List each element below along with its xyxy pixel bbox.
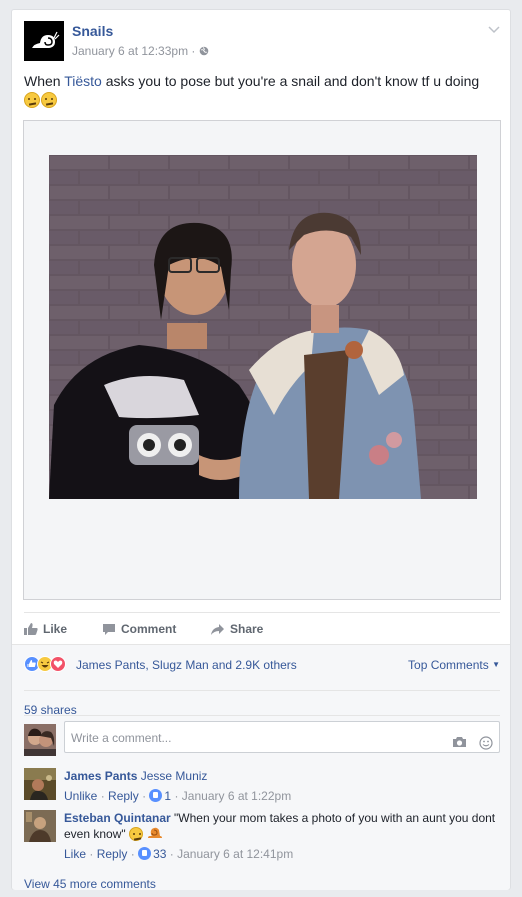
separator: ·: [174, 789, 182, 803]
comment-actions: Unlike · Reply · 1 · January 6 at 1:22pm: [64, 788, 500, 804]
comment-actions: Like · Reply · 33 · January 6 at 12:41pm: [64, 846, 500, 862]
reply-button[interactable]: Reply: [108, 789, 139, 803]
laughing-face-icon: [128, 827, 143, 841]
share-label: Share: [230, 622, 264, 636]
caret-down-icon: ▼: [492, 660, 500, 669]
post-meta: January 6 at 12:33pm ·: [72, 44, 209, 58]
like-comment-button[interactable]: Like: [64, 847, 86, 861]
love-reaction-icon: [50, 656, 66, 672]
avatar[interactable]: [24, 810, 56, 842]
comment-timestamp[interactable]: January 6 at 12:41pm: [177, 847, 293, 861]
thumbs-up-icon: [24, 623, 38, 635]
post-timestamp[interactable]: January 6 at 12:33pm: [72, 44, 188, 58]
comment-bubble-icon: [103, 623, 115, 635]
post-options-chevron-icon[interactable]: [488, 21, 500, 37]
avatar[interactable]: [24, 768, 56, 800]
sort-label: Top Comments: [408, 658, 489, 672]
reaction-names-link[interactable]: James Pants, Slugz Man and 2.9K others: [76, 658, 297, 672]
feedback-section: James Pants, Slugz Man and 2.9K others T…: [12, 644, 510, 891]
view-more-comments-link[interactable]: View 45 more comments: [24, 877, 156, 891]
mention-link-tiesto[interactable]: Tiësto: [64, 73, 102, 89]
post-card: Snails January 6 at 12:33pm · When Tiëst…: [11, 9, 511, 891]
comment-label: Comment: [121, 622, 177, 636]
like-label: Like: [43, 622, 68, 636]
like-count-icon: [138, 847, 152, 860]
post-text: When Tiësto asks you to pose but you're …: [24, 72, 500, 110]
share-button[interactable]: Share: [210, 622, 263, 636]
share-arrow-icon: [211, 623, 224, 635]
comment-placeholder: Write a comment...: [71, 731, 172, 745]
shares-link[interactable]: 59 shares: [24, 690, 500, 717]
page-avatar[interactable]: [24, 21, 64, 61]
comment-input[interactable]: Write a comment...: [64, 721, 500, 753]
confused-face-icon: [24, 92, 40, 108]
like-count-icon: [149, 789, 163, 802]
snail-logo-icon: [24, 21, 64, 61]
comment-body: Esteban Quintanar "When your mom takes a…: [64, 810, 500, 862]
comment-author[interactable]: James Pants: [64, 769, 137, 783]
like-button[interactable]: Like: [24, 622, 67, 636]
page-name-link[interactable]: Snails: [72, 23, 113, 39]
separator: ·: [100, 789, 109, 803]
reaction-icons[interactable]: [24, 656, 66, 672]
meta-separator: ·: [191, 44, 199, 58]
reply-button[interactable]: Reply: [97, 847, 128, 861]
top-comments-sort[interactable]: Top Comments ▼: [408, 658, 500, 672]
comment-author[interactable]: Esteban Quintanar: [64, 811, 171, 825]
reactions-summary: James Pants, Slugz Man and 2.9K others T…: [24, 656, 500, 674]
post-text-part: When: [24, 73, 65, 89]
post-header: Snails January 6 at 12:33pm ·: [24, 21, 500, 61]
post-photo[interactable]: [23, 120, 501, 600]
comment-composer: Write a comment...: [24, 715, 500, 756]
avatar[interactable]: [24, 724, 56, 756]
globe-icon[interactable]: [199, 46, 209, 56]
comment-button[interactable]: Comment: [102, 622, 176, 636]
comment-mention[interactable]: Jesse Muniz: [141, 769, 208, 783]
polaroid-photo: [49, 155, 477, 499]
separator: ·: [130, 847, 139, 861]
unlike-button[interactable]: Unlike: [64, 789, 97, 803]
post-actions-bar: Like Comment Share: [24, 612, 500, 645]
comment-likes[interactable]: 1: [149, 789, 171, 803]
snail-emoji-icon: [148, 827, 163, 838]
confused-face-icon: [41, 92, 57, 108]
comment-body: James Pants Jesse Muniz Unlike · Reply ·…: [64, 768, 500, 804]
post-text-part: asks you to pose but you're a snail and …: [101, 73, 480, 89]
comment-timestamp[interactable]: January 6 at 1:22pm: [182, 789, 291, 803]
composer-icons: [452, 736, 493, 750]
separator: ·: [89, 847, 97, 861]
camera-icon[interactable]: [452, 736, 467, 748]
like-count: 1: [164, 789, 172, 803]
photo-illustration: [49, 155, 477, 499]
emoji-icon[interactable]: [479, 736, 493, 750]
like-count: 33: [153, 847, 167, 861]
comment-likes[interactable]: 33: [138, 847, 166, 861]
